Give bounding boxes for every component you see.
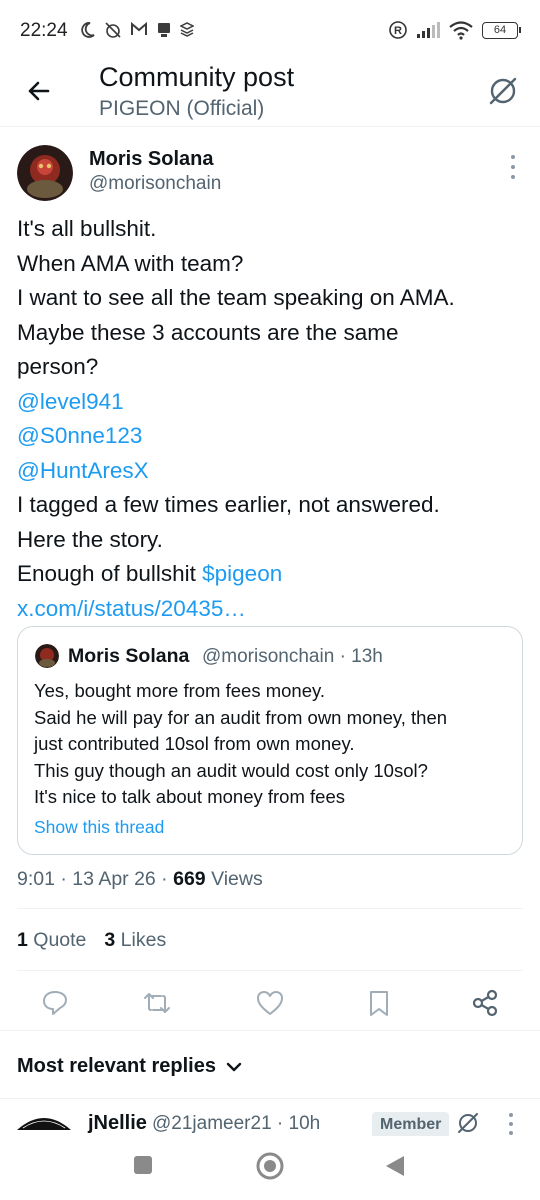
registered-icon: R <box>389 21 407 39</box>
engagement-stats: 1 Quote 3 Likes <box>17 929 166 952</box>
reply-author-name[interactable]: jNellie <box>88 1112 147 1135</box>
recents-button[interactable] <box>132 1154 154 1176</box>
post-line: It's all bullshit. <box>17 216 157 241</box>
quoted-line: This guy though an audit would cost only… <box>34 759 428 781</box>
signal-icon <box>417 22 440 38</box>
moon-icon <box>81 22 95 38</box>
chevron-down-icon <box>226 1062 242 1071</box>
repost-icon[interactable] <box>142 988 172 1018</box>
stats-divider <box>17 970 523 971</box>
views-count: 669 <box>173 868 206 890</box>
post-text: It's all bullshit. When AMA with team? I… <box>17 212 527 626</box>
header-divider <box>0 126 540 127</box>
mention-link[interactable]: @HuntAresX <box>17 454 527 489</box>
back-button[interactable] <box>384 1154 406 1178</box>
author-handle[interactable]: @morisonchain <box>89 173 221 195</box>
quoted-line: Said he will pay for an audit from own m… <box>34 706 448 728</box>
gmail-icon <box>131 21 147 35</box>
post-line: person? <box>17 354 99 379</box>
post-line: When AMA with team? <box>17 250 244 276</box>
bookmark-icon[interactable] <box>364 988 394 1018</box>
quoted-post-card[interactable]: Moris Solana @morisonchain · 13h Yes, bo… <box>17 626 523 855</box>
reply-author-meta: @21jameer21 · 10h <box>152 1113 321 1134</box>
reply-more-options-icon[interactable] <box>506 1113 516 1135</box>
reply-avatar[interactable] <box>17 1110 71 1130</box>
quoted-line: It's nice to talk about money from fees <box>34 786 345 807</box>
page-title: Community post <box>99 62 295 92</box>
quoted-post-text: Yes, bought more from fees money. Said h… <box>34 678 514 811</box>
alarm-off-icon <box>105 22 121 38</box>
quoted-author-avatar <box>35 644 59 668</box>
battery-indicator: 64 <box>482 21 521 39</box>
more-options-icon[interactable] <box>508 155 518 179</box>
action-bar <box>0 980 540 1024</box>
member-badge: Member <box>372 1112 450 1138</box>
status-bar: 22:24 R 64 <box>0 0 540 62</box>
author-avatar[interactable] <box>17 145 73 201</box>
status-system-icons: R 64 <box>388 20 521 40</box>
quotes-stat[interactable]: 1 Quote <box>17 929 86 952</box>
post-line-cashtag[interactable]: Enough of bullshit $pigeon <box>17 557 527 592</box>
back-arrow-icon[interactable] <box>22 74 56 108</box>
post-line: Here the story. <box>17 526 163 552</box>
post-line: Maybe these 3 accounts are the same <box>17 319 399 345</box>
quoted-author-meta: @morisonchain · 13h <box>202 646 383 667</box>
cashtag-link[interactable]: $pigeon <box>202 561 282 586</box>
status-time: 22:24 <box>20 20 68 41</box>
meta-divider <box>17 908 523 909</box>
show-thread-link[interactable]: Show this thread <box>34 817 164 838</box>
actions-divider <box>0 1030 540 1031</box>
system-navigation-bar <box>0 1136 540 1200</box>
author-name[interactable]: Moris Solana <box>89 148 213 171</box>
community-name[interactable]: PIGEON (Official) <box>99 97 264 121</box>
svg-text:R: R <box>394 25 402 37</box>
post-line: I tagged a few times earlier, not answer… <box>17 492 440 517</box>
wifi-icon <box>449 21 473 40</box>
likes-stat[interactable]: 3 Likes <box>104 929 166 952</box>
community-icon[interactable] <box>486 74 520 108</box>
status-notification-icons <box>80 21 194 39</box>
mention-link[interactable]: @level941 <box>17 385 527 420</box>
like-icon[interactable] <box>255 988 285 1018</box>
post-line: I want to see all the team speaking on A… <box>17 285 455 310</box>
replies-sort-dropdown[interactable]: Most relevant replies <box>17 1055 242 1078</box>
quoted-author-name: Moris Solana <box>68 645 190 667</box>
replies-sort-label: Most relevant replies <box>17 1055 216 1077</box>
home-button[interactable] <box>255 1151 285 1181</box>
quoted-line: just contributed 10sol from own money. <box>34 733 355 754</box>
status-url-link[interactable]: x.com/i/status/20435… <box>17 592 527 627</box>
post-timestamp-views: 9:01 · 13 Apr 26 · 669 Views <box>17 868 263 890</box>
community-icon <box>458 1113 478 1133</box>
notification-icon <box>158 23 170 37</box>
share-icon[interactable] <box>470 988 500 1018</box>
reply-icon[interactable] <box>40 988 70 1018</box>
replies-divider <box>0 1098 540 1099</box>
quoted-line: Yes, bought more from fees money. <box>34 680 326 701</box>
mention-link[interactable]: @S0nne123 <box>17 419 527 454</box>
top-app-bar: Community post PIGEON (Official) <box>0 56 540 128</box>
stack-icon <box>180 22 194 37</box>
